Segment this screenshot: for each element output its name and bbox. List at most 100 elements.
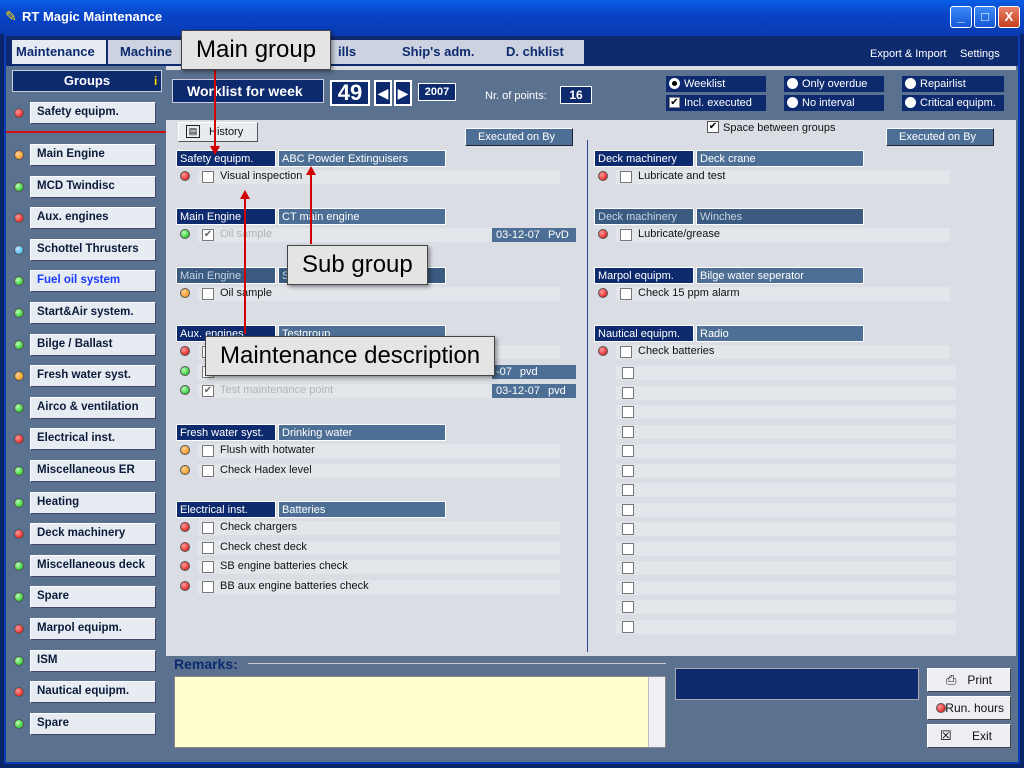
maintenance-description[interactable]: Check Hadex level (220, 464, 312, 476)
no-interval-radio[interactable]: No interval (784, 95, 884, 111)
maintenance-checkbox[interactable] (202, 522, 214, 534)
only-overdue-radio[interactable]: Only overdue (784, 76, 884, 92)
sidebar-item[interactable]: Miscellaneous ER (30, 460, 156, 482)
sidebar-item[interactable]: Miscellaneous deck (30, 554, 156, 577)
sub-group-label: CT main engine (278, 208, 446, 225)
maintenance-checkbox[interactable] (202, 445, 214, 457)
maintenance-description[interactable]: Check batteries (638, 345, 714, 357)
maintenance-checkbox[interactable] (202, 561, 214, 573)
maintenance-checkbox[interactable] (620, 288, 632, 300)
sidebar-item[interactable]: Bilge / Ballast (30, 333, 156, 356)
empty-checkbox[interactable] (622, 503, 634, 516)
maintenance-checkbox[interactable]: ✔ (202, 385, 214, 397)
maintenance-description[interactable]: BB aux engine batteries check (220, 580, 369, 592)
maintenance-checkbox[interactable]: ✔ (202, 229, 214, 241)
sidebar-item[interactable]: Schottel Thrusters (30, 238, 156, 261)
sub-group-label: Radio (696, 325, 864, 342)
sidebar-item[interactable]: Heating (30, 491, 156, 514)
maintenance-description[interactable]: Check 15 ppm alarm (638, 287, 740, 299)
maintenance-checkbox[interactable] (620, 229, 632, 241)
sidebar-item[interactable]: Airco & ventilation (30, 396, 156, 419)
maintenance-description[interactable]: Check chargers (220, 521, 297, 533)
maintenance-description[interactable]: Flush with hotwater (220, 444, 315, 456)
critical-equipm-radio[interactable]: Critical equipm. (902, 95, 1004, 111)
empty-checkbox[interactable] (622, 484, 634, 496)
sidebar-item[interactable]: Electrical inst. (30, 428, 156, 451)
maintenance-checkbox[interactable] (202, 171, 214, 183)
sidebar-item[interactable]: ISM (30, 649, 156, 672)
maintenance-checkbox[interactable] (620, 171, 632, 183)
maintenance-description[interactable]: Check chest deck (220, 541, 307, 553)
empty-checkbox[interactable] (622, 620, 634, 633)
sidebar-item[interactable]: Fuel oil system (30, 270, 156, 293)
remarks-scrollbar[interactable] (648, 677, 665, 747)
status-green-icon (14, 655, 24, 666)
week-number[interactable]: 49 (330, 80, 370, 106)
sidebar-item[interactable]: Deck machinery (30, 523, 156, 546)
next-week-button[interactable]: ▶ (394, 80, 412, 106)
maintenance-checkbox[interactable] (202, 580, 214, 593)
sub-group-label: Bilge water seperator (696, 267, 864, 284)
empty-checkbox[interactable] (622, 386, 634, 399)
empty-checkbox[interactable] (622, 601, 634, 613)
status-red-icon (180, 561, 190, 571)
exit-button[interactable]: ☒ Exit (927, 724, 1011, 748)
maintenance-checkbox[interactable] (202, 464, 214, 477)
tab-ships-adm[interactable]: Ship's adm. (386, 40, 492, 64)
sidebar-item[interactable]: Fresh water syst. (30, 365, 156, 388)
repairlist-radio[interactable]: Repairlist (902, 76, 1004, 92)
empty-checkbox[interactable] (622, 523, 634, 535)
prev-week-button[interactable]: ◀ (374, 80, 392, 106)
sidebar-item[interactable]: Main Engine (30, 144, 156, 166)
empty-checkbox[interactable] (622, 562, 634, 574)
tab-machine[interactable]: Machine (108, 40, 184, 64)
print-button[interactable]: ⎙ Print (927, 668, 1011, 692)
sidebar-item[interactable]: Safety equipm. (30, 102, 156, 124)
sidebar-item[interactable]: Start&Air system. (30, 302, 156, 324)
weeklist-radio[interactable]: Weeklist (666, 76, 766, 92)
status-red-icon (598, 288, 608, 298)
empty-checkbox[interactable] (622, 581, 634, 594)
maximize-button[interactable]: □ (974, 6, 996, 28)
maintenance-description[interactable]: SB engine batteries check (220, 560, 348, 572)
empty-checkbox[interactable] (622, 425, 634, 438)
tab-maintenance[interactable]: Maintenance (12, 40, 108, 64)
main-group-label: Marpol equipm. (594, 267, 694, 284)
executed-header-left[interactable]: Executed on By (465, 128, 573, 146)
maintenance-checkbox[interactable] (202, 288, 214, 300)
sidebar-item[interactable]: MCD Twindisc (30, 175, 156, 198)
sidebar-item[interactable]: Aux. engines (30, 207, 156, 230)
maintenance-description[interactable]: Lubricate/grease (638, 228, 720, 240)
executed-header-right[interactable]: Executed on By (886, 128, 994, 146)
space-between-groups-checkbox[interactable]: ✔ (707, 121, 719, 133)
remarks-label: Remarks: (174, 656, 238, 672)
sidebar-item[interactable]: Spare (30, 586, 156, 609)
maintenance-checkbox[interactable] (202, 541, 214, 554)
maintenance-description[interactable]: Lubricate and test (638, 170, 725, 182)
year-field[interactable]: 2007 (418, 83, 456, 101)
tab-d-chklist[interactable]: D. chklist (490, 40, 586, 64)
sidebar-item[interactable]: Spare (30, 712, 156, 735)
radio-icon (787, 78, 798, 89)
sidebar-item[interactable]: Marpol equipm. (30, 618, 156, 640)
maintenance-checkbox[interactable] (620, 346, 632, 358)
empty-checkbox[interactable] (622, 367, 634, 379)
remarks-textarea[interactable] (174, 676, 666, 748)
empty-checkbox[interactable] (622, 542, 634, 555)
empty-row (616, 502, 956, 517)
main-group-label: Nautical equipm. (594, 325, 694, 342)
settings-link[interactable]: Settings (960, 48, 1000, 60)
empty-checkbox[interactable] (622, 445, 634, 457)
close-button[interactable]: X (998, 6, 1020, 28)
maintenance-description[interactable]: Test maintenance point (220, 384, 333, 396)
maintenance-description[interactable]: Visual inspection (220, 170, 302, 182)
empty-checkbox[interactable] (622, 464, 634, 477)
export-import-link[interactable]: Export & Import (870, 48, 946, 60)
run-hours-button[interactable]: Run. hours (927, 696, 1011, 720)
sidebar-item[interactable]: Nautical equipm. (30, 681, 156, 704)
minimize-button[interactable]: _ (950, 6, 972, 28)
status-red-icon (180, 171, 190, 181)
incl-executed-checkbox[interactable]: ✔ Incl. executed (666, 95, 766, 111)
empty-checkbox[interactable] (622, 406, 634, 418)
exit-icon: ☒ (940, 728, 952, 743)
